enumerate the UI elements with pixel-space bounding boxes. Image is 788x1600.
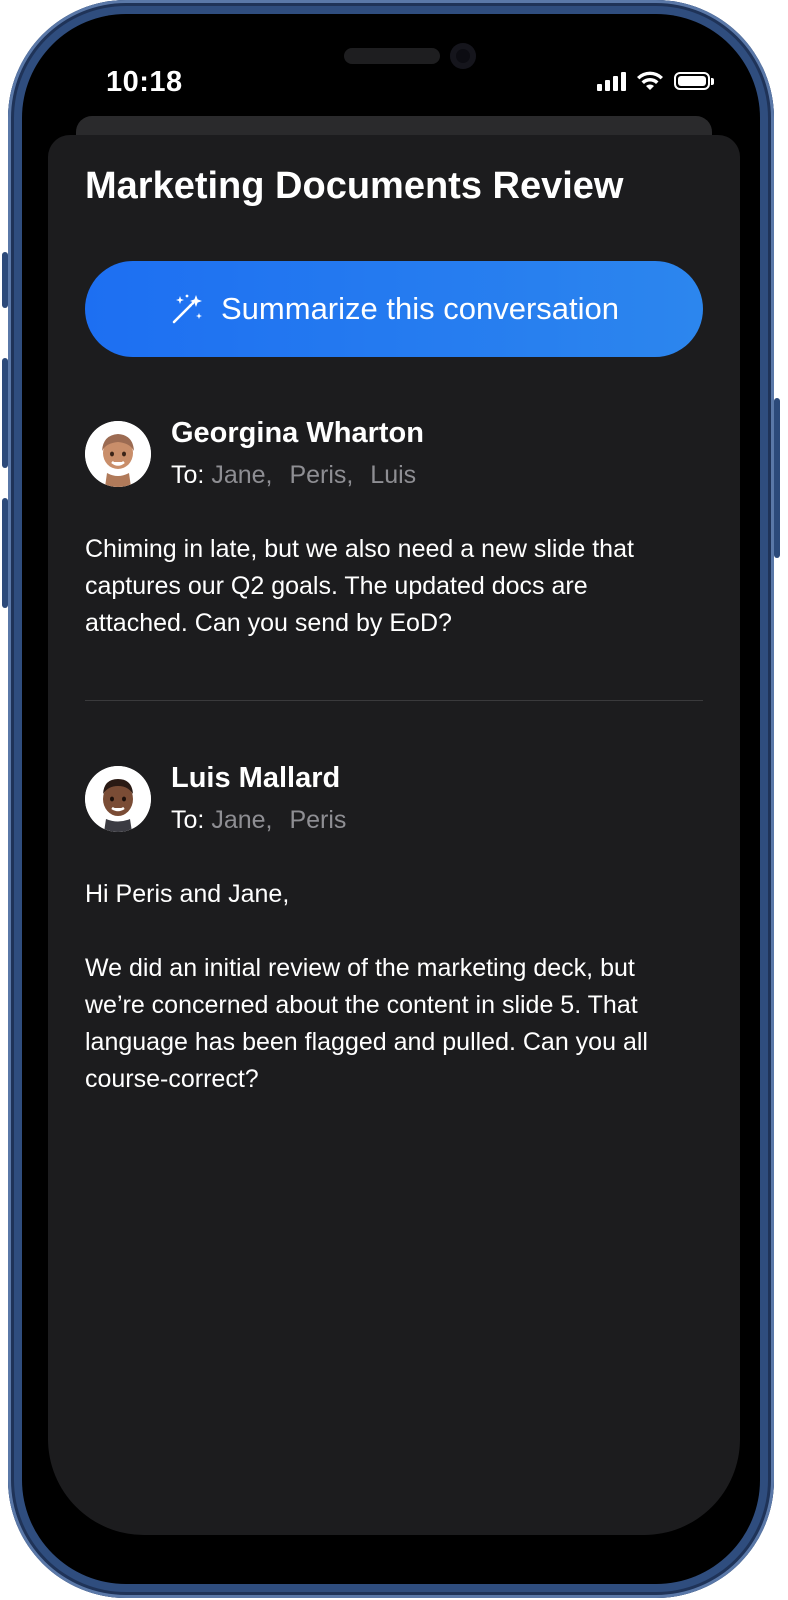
recipient-name: Luis	[370, 461, 417, 489]
to-label: To:	[171, 806, 205, 834]
message-body: Chiming in late, but we also need a new …	[85, 531, 695, 642]
phone-frame: 10:18 Marketing Documents Review Summari…	[8, 0, 774, 1598]
recipient-name: Jane,	[211, 461, 273, 489]
sender-name: Georgina Wharton	[171, 417, 424, 449]
message-paragraph: Chiming in late, but we also need a new …	[85, 535, 634, 637]
conversation-title: Marketing Documents Review	[85, 165, 624, 207]
recipients-line: To: Jane, Peris	[171, 806, 356, 835]
summarize-button[interactable]: Summarize this conversation	[85, 261, 703, 357]
conversation-sheet: Marketing Documents Review Summarize thi…	[48, 135, 740, 1535]
power-button[interactable]	[774, 398, 780, 558]
earpiece-speaker	[344, 48, 440, 64]
avatar[interactable]	[85, 766, 151, 832]
message-divider	[85, 700, 703, 701]
recipient-name: Peris,	[289, 461, 354, 489]
to-label: To:	[171, 461, 205, 489]
message-body: Hi Peris and Jane, We did an initial rev…	[85, 876, 695, 1098]
screen: 10:18 Marketing Documents Review Summari…	[22, 14, 760, 1584]
status-icons	[597, 70, 714, 92]
status-time: 10:18	[106, 66, 183, 98]
wifi-icon	[637, 71, 663, 90]
recipients-line: To: Jane, Peris, Luis	[171, 461, 426, 490]
sparkles-icon	[172, 294, 202, 324]
sender-name: Luis Mallard	[171, 762, 341, 794]
battery-icon	[674, 72, 714, 90]
avatar[interactable]	[85, 421, 151, 487]
battery-level	[678, 76, 706, 86]
cellular-signal-icon	[597, 71, 626, 91]
recipient-name: Peris	[289, 806, 347, 834]
message-paragraph: Hi Peris and Jane,	[85, 880, 290, 908]
message-paragraph: We did an initial review of the marketin…	[85, 954, 648, 1093]
summarize-button-label: Summarize this conversation	[221, 291, 619, 326]
front-camera	[450, 43, 476, 69]
recipient-name: Jane,	[211, 806, 273, 834]
